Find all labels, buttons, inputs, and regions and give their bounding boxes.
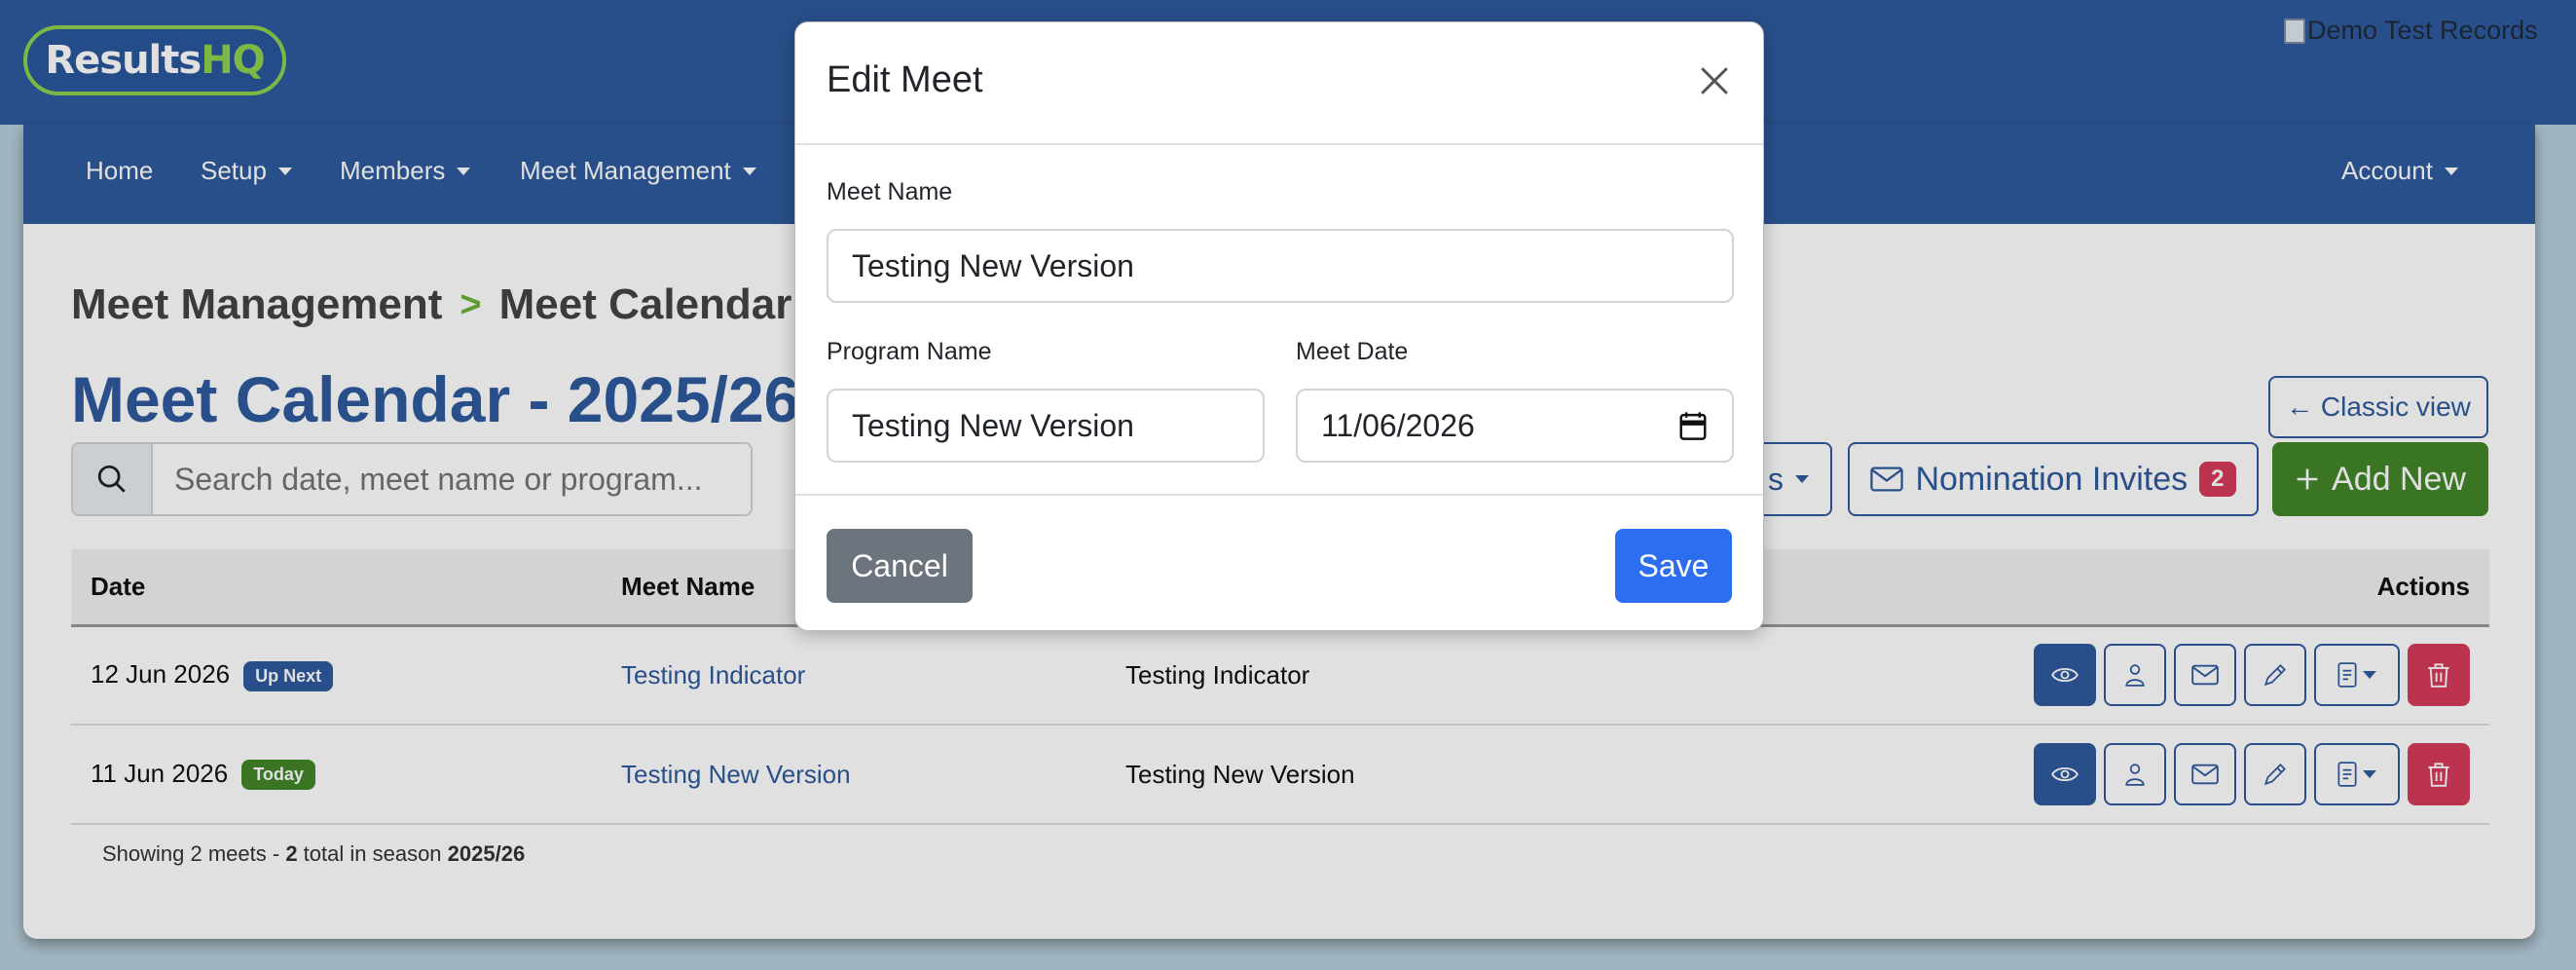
close-button[interactable] [1695,61,1734,100]
calendar-icon[interactable] [1679,411,1707,440]
meet-name-label: Meet Name [827,178,953,205]
meet-date-field[interactable]: 11/06/2026 [1296,389,1734,463]
program-name-field[interactable]: Testing New Version [827,389,1265,463]
meet-date-value: 11/06/2026 [1321,407,1475,443]
close-icon [1701,67,1728,94]
modal-header: Edit Meet [795,22,1763,145]
modal-footer: Cancel Save [795,494,1763,632]
program-name-label: Program Name [827,338,992,365]
cancel-button[interactable]: Cancel [827,529,973,603]
edit-meet-modal: Edit Meet Meet Name Testing New Version … [794,21,1764,631]
save-button[interactable]: Save [1615,529,1732,603]
meet-date-label: Meet Date [1296,338,1409,365]
meet-name-field[interactable]: Testing New Version [827,229,1734,303]
modal-title: Edit Meet [827,59,983,100]
